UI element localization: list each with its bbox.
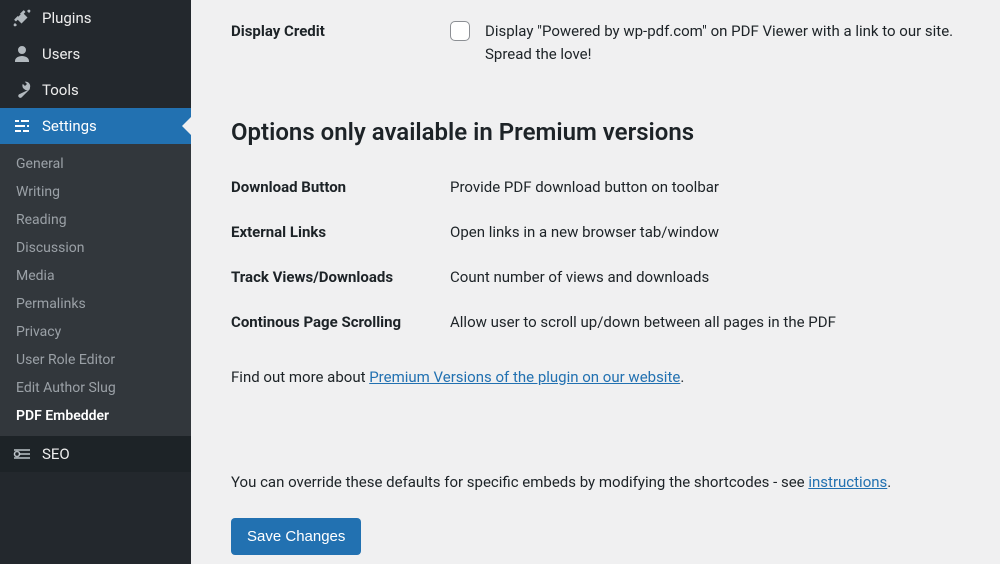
menu-label: Tools xyxy=(42,81,79,99)
menu-label: SEO xyxy=(42,445,70,463)
settings-content: Display Credit Display "Powered by wp-pd… xyxy=(191,0,1000,564)
premium-row-scroll: Continous Page Scrolling Allow user to s… xyxy=(231,293,962,338)
premium-label: Continous Page Scrolling xyxy=(231,311,450,334)
premium-row-track: Track Views/Downloads Count number of vi… xyxy=(231,248,962,293)
instructions-link[interactable]: instructions xyxy=(808,473,887,491)
premium-row-download: Download Button Provide PDF download but… xyxy=(231,158,962,203)
sidebar-item-users[interactable]: Users xyxy=(0,36,191,72)
menu-label: Users xyxy=(42,45,80,63)
sidebar-item-settings[interactable]: Settings xyxy=(0,108,191,144)
submenu-item-privacy[interactable]: Privacy xyxy=(0,318,191,346)
seo-icon xyxy=(12,444,32,464)
display-credit-row: Display Credit Display "Powered by wp-pd… xyxy=(231,0,962,67)
submenu-item-writing[interactable]: Writing xyxy=(0,178,191,206)
premium-row-external: External Links Open links in a new brows… xyxy=(231,203,962,248)
settings-submenu: General Writing Reading Discussion Media… xyxy=(0,144,191,436)
premium-desc: Count number of views and downloads xyxy=(450,266,962,289)
premium-more-info: Find out more about Premium Versions of … xyxy=(231,339,962,389)
submenu-item-permalinks[interactable]: Permalinks xyxy=(0,290,191,318)
admin-sidebar: Plugins Users Tools Settings General Wri… xyxy=(0,0,191,564)
user-icon xyxy=(12,44,32,64)
premium-label: Download Button xyxy=(231,176,450,199)
sidebar-item-plugins[interactable]: Plugins xyxy=(0,0,191,36)
premium-desc: Provide PDF download button on toolbar xyxy=(450,176,962,199)
premium-heading: Options only available in Premium versio… xyxy=(231,67,962,158)
submenu-item-media[interactable]: Media xyxy=(0,262,191,290)
sidebar-item-tools[interactable]: Tools xyxy=(0,72,191,108)
premium-label: External Links xyxy=(231,221,450,244)
submenu-item-general[interactable]: General xyxy=(0,150,191,178)
menu-label: Plugins xyxy=(42,9,91,27)
premium-desc: Allow user to scroll up/down between all… xyxy=(450,311,962,334)
display-credit-label: Display Credit xyxy=(231,20,450,43)
premium-desc: Open links in a new browser tab/window xyxy=(450,221,962,244)
submenu-item-pdf-embedder[interactable]: PDF Embedder xyxy=(0,402,191,430)
submenu-item-edit-author[interactable]: Edit Author Slug xyxy=(0,374,191,402)
menu-label: Settings xyxy=(42,117,97,135)
wrench-icon xyxy=(12,80,32,100)
sidebar-item-seo[interactable]: SEO xyxy=(0,436,191,472)
save-changes-button[interactable]: Save Changes xyxy=(231,518,361,555)
submenu-item-reading[interactable]: Reading xyxy=(0,206,191,234)
premium-link[interactable]: Premium Versions of the plugin on our we… xyxy=(369,368,680,386)
submenu-item-user-role[interactable]: User Role Editor xyxy=(0,346,191,374)
plugin-icon xyxy=(12,8,32,28)
display-credit-checkbox[interactable] xyxy=(450,21,470,41)
display-credit-desc: Display "Powered by wp-pdf.com" on PDF V… xyxy=(485,20,962,67)
override-info: You can override these defaults for spec… xyxy=(231,389,962,494)
submenu-item-discussion[interactable]: Discussion xyxy=(0,234,191,262)
premium-label: Track Views/Downloads xyxy=(231,266,450,289)
sliders-icon xyxy=(12,116,32,136)
